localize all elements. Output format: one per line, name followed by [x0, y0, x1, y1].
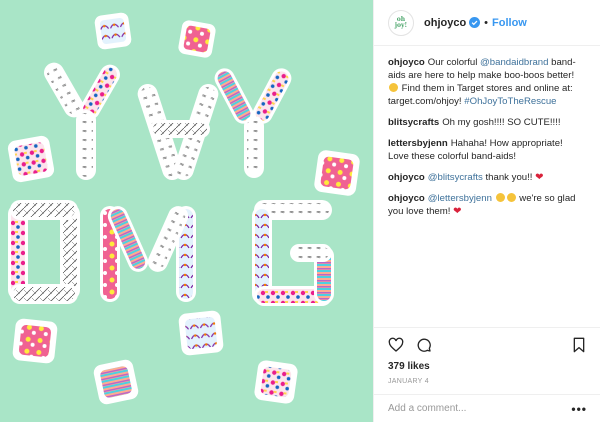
comment-text: Oh my gosh!!!! SO CUTE!!!! — [442, 117, 561, 128]
comment-username[interactable]: blitsycrafts — [388, 117, 439, 128]
add-comment-bar: ••• — [374, 394, 600, 422]
post-sidebar: oh joy! ohjoyco • Follow ohjoyco Our colo… — [373, 0, 600, 422]
emoji-icon — [389, 83, 398, 92]
caption: ohjoyco Our colorful @bandaidbrand band-a… — [388, 56, 586, 108]
heart-icon[interactable] — [388, 337, 404, 353]
avatar-text-2: joy! — [394, 21, 408, 29]
add-comment-input[interactable] — [388, 403, 572, 414]
letter-g — [252, 200, 334, 306]
comment-username[interactable]: ohjoyco — [388, 193, 425, 204]
bandaid-square — [94, 12, 132, 50]
comments-list: ohjoyco Our colorful @bandaidbrand band-a… — [374, 46, 600, 306]
comment-icon[interactable] — [416, 337, 432, 353]
comment-item: ohjoyco @lettersbyjenn we're so glad you … — [388, 192, 586, 218]
hashtag-link[interactable]: #OhJoyToTheRescue — [464, 96, 556, 107]
post-photo[interactable]: ≈ — [0, 0, 373, 422]
caption-text: Our colorful — [427, 57, 481, 68]
post-actions: 379 likes JANUARY 4 — [374, 327, 600, 385]
heart-emoji-icon: ❤ — [535, 172, 544, 183]
verified-icon — [469, 17, 481, 28]
username-link[interactable]: ohjoyco — [424, 17, 466, 29]
emoji-icon — [506, 193, 516, 202]
comment-username[interactable]: lettersbyjenn — [388, 138, 448, 149]
comment-username[interactable]: ohjoyco — [388, 57, 425, 68]
post-header: oh joy! ohjoyco • Follow — [374, 0, 600, 46]
comment-text: thank you!! — [482, 172, 536, 183]
comment-username[interactable]: ohjoyco — [388, 172, 425, 183]
avatar-logo: oh joy! — [394, 16, 408, 29]
more-icon[interactable]: ••• — [571, 402, 587, 416]
mention-link[interactable]: @bandaidbrand — [480, 57, 548, 68]
bandaid-square — [314, 150, 360, 196]
action-icons — [388, 334, 587, 356]
follow-button[interactable]: Follow — [492, 17, 527, 29]
bandaid-square — [7, 135, 55, 183]
bookmark-icon[interactable] — [571, 337, 587, 353]
bandaid-square — [254, 360, 298, 404]
emoji-icon — [495, 193, 505, 202]
mention-link[interactable]: @blitsycrafts — [428, 172, 483, 183]
bandaid-square — [93, 359, 139, 405]
separator-dot: • — [484, 16, 489, 29]
post-date[interactable]: JANUARY 4 — [388, 378, 587, 385]
likes-count[interactable]: 379 likes — [388, 361, 587, 372]
bandaid-square — [178, 20, 216, 58]
comment-item: lettersbyjenn Hahaha! How appropriate! Lo… — [388, 137, 586, 163]
avatar[interactable]: oh joy! — [388, 9, 414, 36]
comment-item: ohjoyco @blitsycrafts thank you!! ❤ — [388, 171, 586, 184]
bandaid-square — [178, 310, 224, 356]
heart-emoji-icon: ❤ — [453, 206, 462, 217]
bandaid-square — [12, 318, 58, 364]
comment-item: blitsycrafts Oh my gosh!!!! SO CUTE!!!! — [388, 116, 586, 129]
mention-link[interactable]: @lettersbyjenn — [428, 193, 492, 204]
